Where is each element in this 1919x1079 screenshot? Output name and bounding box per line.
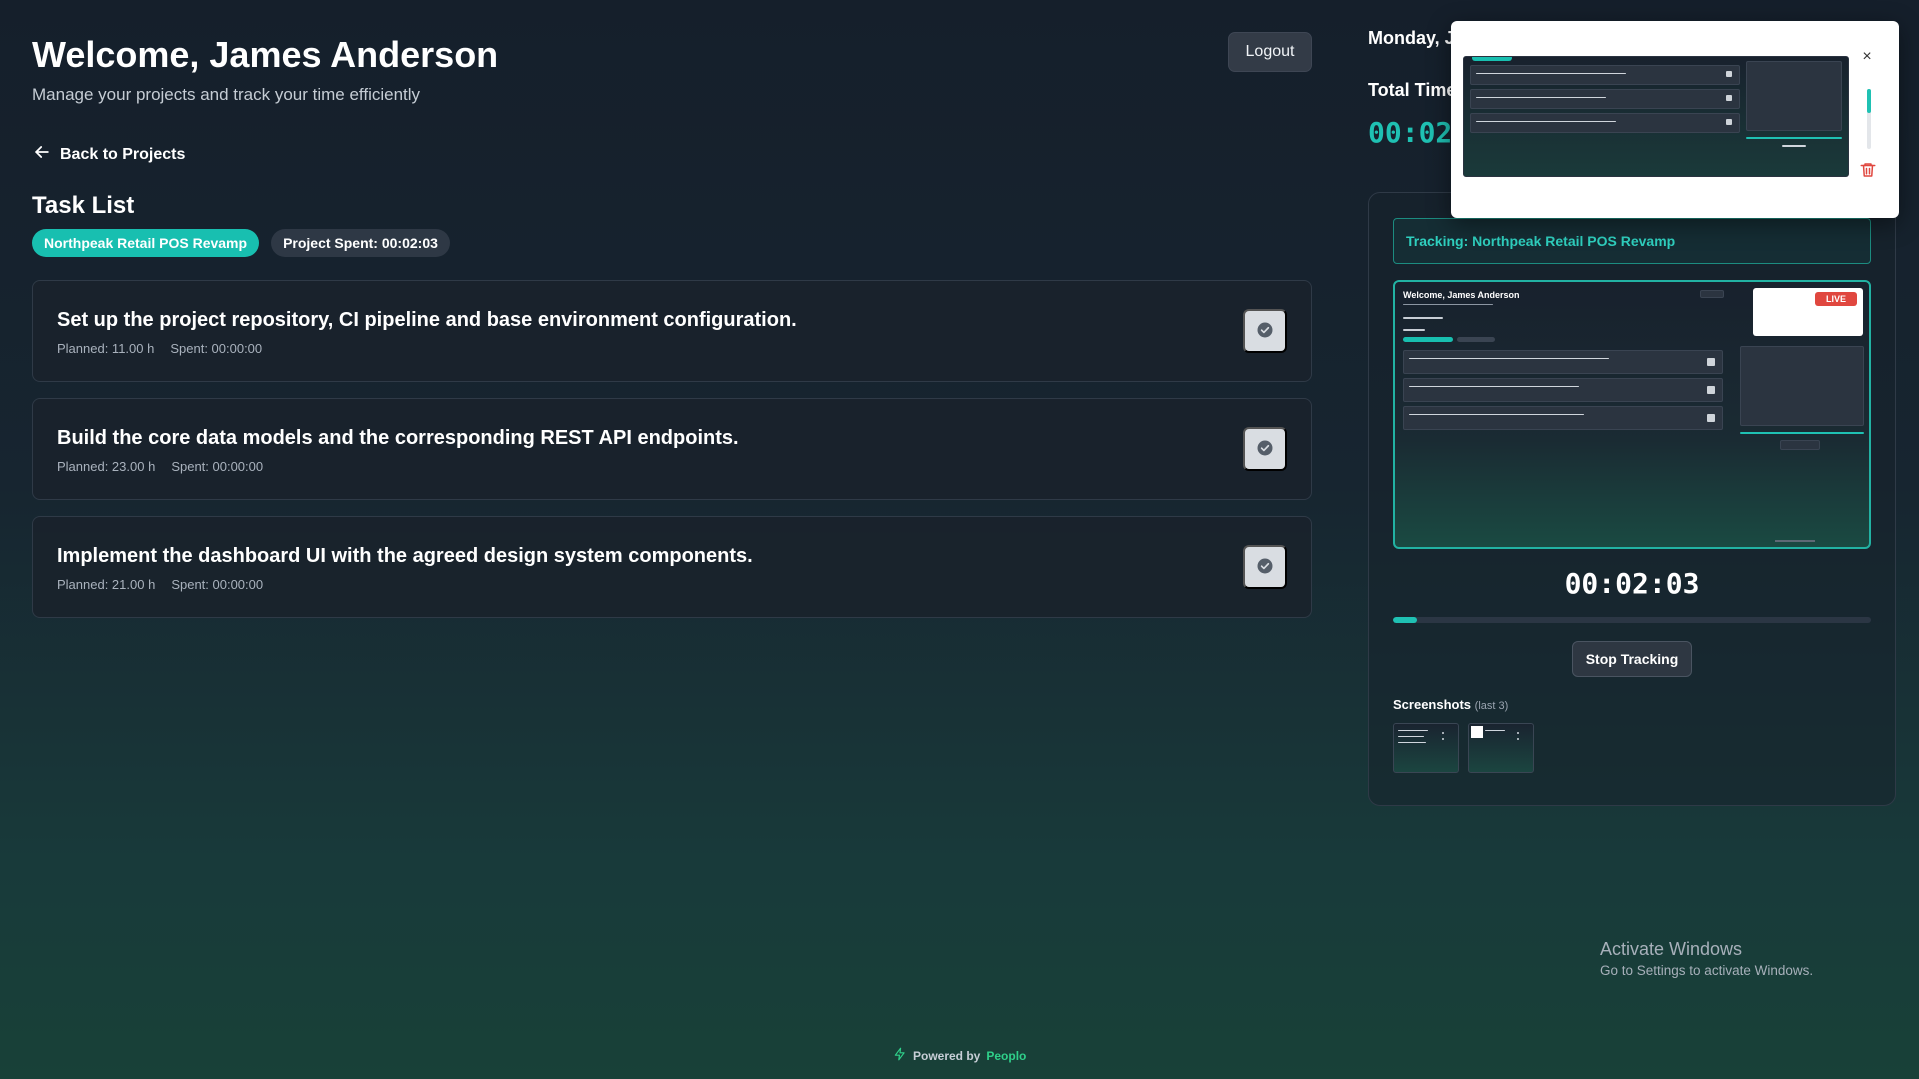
project-spent-chip: Project Spent: 00:02:03 xyxy=(271,229,450,257)
popup-screenshot-preview[interactable] xyxy=(1463,56,1849,177)
task-spent: Spent: 00:00:00 xyxy=(170,341,263,356)
popup-scrollbar[interactable] xyxy=(1867,89,1871,149)
tracking-banner: Tracking: Northpeak Retail POS Revamp xyxy=(1393,218,1871,264)
task-card[interactable]: Build the core data models and the corre… xyxy=(32,398,1312,500)
task-meta: Planned: 21.00 h Spent: 00:00:00 xyxy=(57,577,1287,592)
project-chips: Northpeak Retail POS Revamp Project Spen… xyxy=(32,229,450,257)
live-badge: LIVE xyxy=(1815,292,1857,306)
logout-button[interactable]: Logout xyxy=(1228,32,1312,72)
page-title: Welcome, James Anderson xyxy=(32,34,499,75)
stop-tracking-button[interactable]: Stop Tracking xyxy=(1572,641,1692,677)
task-spent: Spent: 00:00:00 xyxy=(171,459,264,474)
check-circle-icon xyxy=(1256,439,1274,460)
check-circle-icon xyxy=(1256,321,1274,342)
check-circle-icon xyxy=(1256,557,1274,578)
screenshots-note: (last 3) xyxy=(1474,700,1509,712)
task-card[interactable]: Set up the project repository, CI pipeli… xyxy=(32,280,1312,382)
powered-by-footer: Powered by Peoplo xyxy=(893,1047,1026,1064)
screenshot-thumbnail[interactable] xyxy=(1468,723,1534,773)
task-list: Set up the project repository, CI pipeli… xyxy=(32,280,1312,634)
task-card[interactable]: Implement the dashboard UI with the agre… xyxy=(32,516,1312,618)
screenshot-popup: × xyxy=(1451,21,1899,218)
progress-bar xyxy=(1393,617,1871,623)
task-spent: Spent: 00:00:00 xyxy=(171,577,264,592)
back-link-label: Back to Projects xyxy=(60,145,186,163)
live-screen-preview: Welcome, James Anderson LIVE xyxy=(1393,280,1871,549)
total-time-value: 00:02 xyxy=(1368,116,1453,149)
task-list-title: Task List xyxy=(32,192,135,219)
screenshot-thumbnails xyxy=(1393,723,1534,773)
complete-task-button[interactable] xyxy=(1243,309,1287,353)
task-planned: Planned: 11.00 h xyxy=(57,341,155,356)
project-name-chip: Northpeak Retail POS Revamp xyxy=(32,229,260,257)
date-label: Monday, J xyxy=(1368,28,1455,48)
progress-fill xyxy=(1393,617,1417,623)
preview-title: Welcome, James Anderson xyxy=(1403,290,1520,300)
task-planned: Planned: 21.00 h xyxy=(57,577,156,592)
bolt-icon xyxy=(893,1047,907,1064)
task-title: Implement the dashboard UI with the agre… xyxy=(57,545,753,567)
trash-icon[interactable] xyxy=(1859,161,1877,181)
task-meta: Planned: 11.00 h Spent: 00:00:00 xyxy=(57,341,1287,356)
complete-task-button[interactable] xyxy=(1243,427,1287,471)
powered-label: Powered by xyxy=(913,1048,981,1063)
task-planned: Planned: 23.00 h xyxy=(57,459,156,474)
arrow-left-icon xyxy=(32,142,52,167)
watermark-title: Activate Windows xyxy=(1600,939,1743,959)
close-icon[interactable]: × xyxy=(1859,49,1875,65)
task-title: Set up the project repository, CI pipeli… xyxy=(57,309,797,331)
complete-task-button[interactable] xyxy=(1243,545,1287,589)
back-to-projects-link[interactable]: Back to Projects xyxy=(32,142,185,167)
screenshot-thumbnail[interactable] xyxy=(1393,723,1459,773)
tracker-panel: Tracking: Northpeak Retail POS Revamp We… xyxy=(1368,192,1896,806)
popup-scrollbar-thumb[interactable] xyxy=(1867,89,1871,113)
total-time-label: Total Time xyxy=(1368,80,1457,100)
watermark-subtitle: Go to Settings to activate Windows. xyxy=(1600,963,1814,978)
task-meta: Planned: 23.00 h Spent: 00:00:00 xyxy=(57,459,1287,474)
task-title: Build the core data models and the corre… xyxy=(57,427,739,449)
activate-windows-watermark: Activate Windows Go to Settings to activ… xyxy=(1600,939,1813,978)
page-subtitle: Manage your projects and track your time… xyxy=(32,85,421,104)
brand-link[interactable]: Peoplo xyxy=(986,1049,1026,1063)
screenshots-label: Screenshots (last 3) xyxy=(1393,697,1509,712)
timer-display: 00:02:03 xyxy=(1564,567,1700,600)
